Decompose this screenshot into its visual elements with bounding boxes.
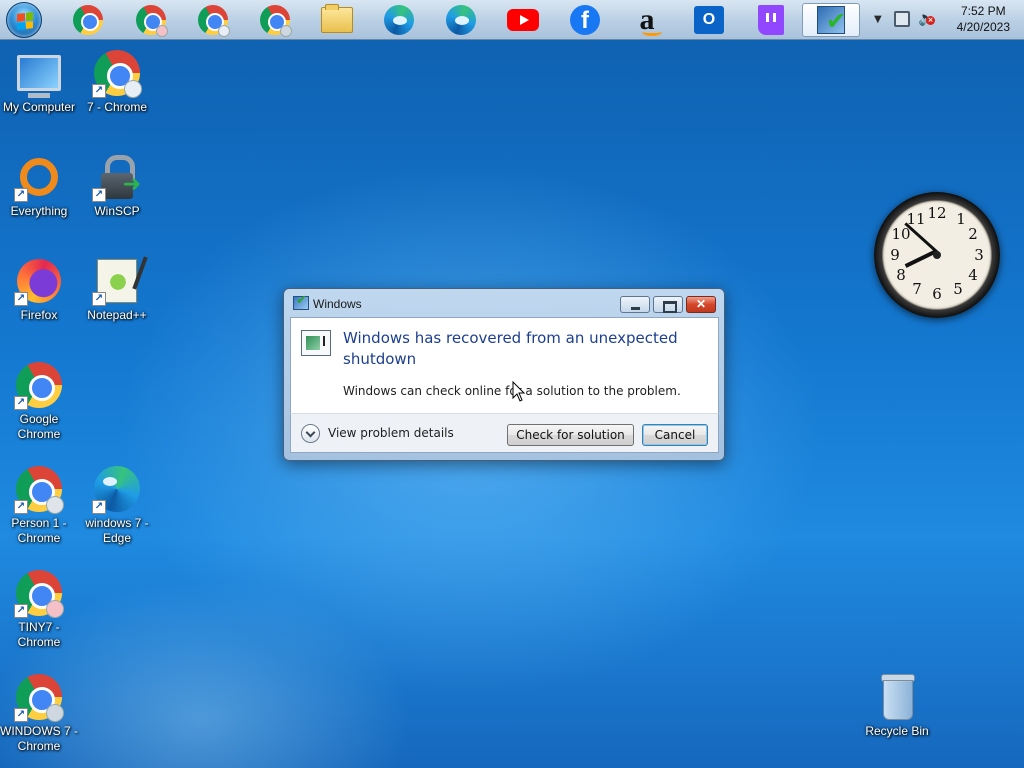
desktop-icon-windows-7-chrome[interactable]: ↗ WINDOWS 7 - Chrome — [0, 672, 78, 754]
desktop-icon-label: Google Chrome — [17, 412, 61, 441]
desktop-icon-label: TINY7 - Chrome — [17, 620, 61, 649]
maximize-button[interactable] — [653, 296, 683, 313]
chrome-profile-icon — [136, 5, 168, 37]
chrome-icon — [73, 5, 103, 35]
tray-time: 7:52 PM — [960, 4, 1006, 18]
clock-hub — [933, 251, 941, 259]
problem-report-icon — [301, 330, 331, 356]
desktop-icon-label: Firefox — [20, 308, 58, 322]
desktop-icon-7-chrome[interactable]: ↗ 7 - Chrome — [78, 48, 156, 115]
desktop-icon-label: windows 7 - Edge — [85, 516, 149, 545]
network-icon[interactable] — [894, 11, 910, 27]
desktop-icon-label: Everything — [10, 204, 68, 218]
minimize-button[interactable] — [620, 296, 650, 313]
recycle-bin-icon — [879, 674, 915, 720]
clock-number: 9 — [890, 246, 900, 264]
desktop-icon-notepad-plus-plus[interactable]: ↗ Notepad++ — [78, 256, 156, 323]
desktop-icon-label: Notepad++ — [87, 308, 147, 322]
outlook-icon: O — [694, 6, 724, 34]
desktop-icon-label: Person 1 - Chrome — [11, 516, 67, 545]
edge-profile-icon — [384, 5, 414, 35]
shortcut-arrow-icon: ↗ — [92, 500, 106, 514]
desktop-icon-recycle-bin[interactable]: Recycle Bin — [858, 672, 936, 739]
desktop-icon-label: Recycle Bin — [865, 724, 929, 738]
taskbar: f a O ▼ 🔈 × 7:52 PM 4/20/2023 — [0, 0, 1024, 40]
recovery-dialog: Windows ✕ Windows has recovered from an … — [283, 288, 725, 461]
shortcut-arrow-icon: ↗ — [14, 604, 28, 618]
close-button[interactable]: ✕ — [686, 296, 716, 313]
dialog-body: Windows has recovered from an unexpected… — [290, 317, 719, 413]
muted-icon: × — [926, 16, 935, 25]
desktop-icon-label: 7 - Chrome — [86, 100, 148, 114]
shortcut-arrow-icon: ↗ — [14, 396, 28, 410]
taskbar-chrome-profile-3[interactable] — [258, 3, 292, 37]
check-for-solution-button[interactable]: Check for solution — [507, 424, 634, 446]
clock-number: 5 — [953, 280, 963, 298]
desktop-icon-tiny7-chrome[interactable]: ↗ TINY7 - Chrome — [0, 568, 78, 650]
taskbar-edge-profile[interactable] — [382, 3, 416, 37]
close-icon: ✕ — [695, 297, 707, 311]
computer-icon — [17, 55, 61, 98]
shortcut-arrow-icon: ↗ — [92, 188, 106, 202]
amazon-icon: a — [639, 3, 662, 36]
chrome-profile-icon — [260, 5, 292, 37]
clock-number: 2 — [968, 225, 978, 243]
taskbar-outlook[interactable]: O — [692, 3, 726, 37]
clock-number: 8 — [896, 266, 906, 284]
taskbar-edge[interactable] — [444, 3, 478, 37]
shortcut-arrow-icon: ↗ — [14, 292, 28, 306]
troubleshooter-icon — [817, 6, 846, 35]
desktop-icon-windows-7-edge[interactable]: ↗ windows 7 - Edge — [78, 464, 156, 546]
desktop-icon-my-computer[interactable]: My Computer — [0, 48, 78, 115]
edge-icon — [446, 5, 476, 35]
show-hidden-icons-icon[interactable]: ▼ — [874, 14, 882, 25]
shortcut-arrow-icon: ↗ — [14, 188, 28, 202]
shortcut-arrow-icon: ↗ — [14, 708, 28, 722]
chrome-profile-icon — [198, 5, 230, 37]
desktop-icon-firefox[interactable]: ↗ Firefox — [0, 256, 78, 323]
twitch-icon — [758, 5, 784, 35]
shortcut-arrow-icon: ↗ — [92, 84, 106, 98]
taskbar-chrome-profile-1[interactable] — [134, 3, 168, 37]
taskbar-twitch[interactable] — [754, 3, 788, 37]
desktop-icon-label: WINDOWS 7 - Chrome — [0, 724, 78, 753]
troubleshooter-icon — [293, 293, 309, 310]
shortcut-arrow-icon: ↗ — [14, 500, 28, 514]
youtube-icon — [507, 9, 539, 31]
desktop-icon-everything[interactable]: ↗ Everything — [0, 152, 78, 219]
dialog-footer: View problem details Check for solution … — [290, 413, 719, 453]
tray-clock[interactable]: 7:52 PM 4/20/2023 — [957, 3, 1010, 35]
taskbar-file-explorer[interactable] — [320, 3, 354, 37]
taskbar-troubleshooter[interactable] — [802, 3, 860, 37]
clock-number: 3 — [974, 246, 984, 264]
system-tray: ▼ 🔈 × 7:52 PM 4/20/2023 — [866, 0, 1024, 40]
start-button[interactable] — [6, 2, 42, 38]
desktop-icon-label: WinSCP — [94, 204, 140, 218]
shortcut-arrow-icon: ↗ — [92, 292, 106, 306]
desktop-icon-google-chrome[interactable]: ↗ Google Chrome — [0, 360, 78, 442]
clock-number: 12 — [927, 204, 947, 222]
taskbar-youtube[interactable] — [506, 3, 540, 37]
desktop-icon-person-1-chrome[interactable]: ↗ Person 1 - Chrome — [0, 464, 78, 546]
clock-hour-hand — [904, 249, 937, 268]
facebook-icon: f — [570, 5, 600, 35]
dialog-title: Windows — [313, 297, 362, 311]
tray-date: 4/20/2023 — [956, 20, 1010, 34]
taskbar-chrome-profile-2[interactable] — [196, 3, 230, 37]
taskbar-facebook[interactable]: f — [568, 3, 602, 37]
clock-number: 6 — [932, 285, 942, 303]
taskbar-chrome[interactable] — [71, 3, 105, 37]
view-problem-details-link[interactable]: View problem details — [328, 426, 454, 440]
desktop-icon-label: My Computer — [2, 100, 76, 114]
desktop-icon-winscp[interactable]: ➜ ↗ WinSCP — [78, 152, 156, 219]
expand-details-button[interactable] — [301, 424, 320, 443]
windows-orb-icon — [17, 12, 33, 30]
clock-gadget[interactable]: 12 1 2 3 4 5 6 7 8 9 10 11 — [874, 192, 1000, 318]
cancel-button[interactable]: Cancel — [642, 424, 708, 446]
dialog-heading: Windows has recovered from an unexpected… — [343, 329, 678, 368]
taskbar-amazon[interactable]: a — [630, 3, 664, 37]
file-explorer-icon — [321, 4, 353, 33]
